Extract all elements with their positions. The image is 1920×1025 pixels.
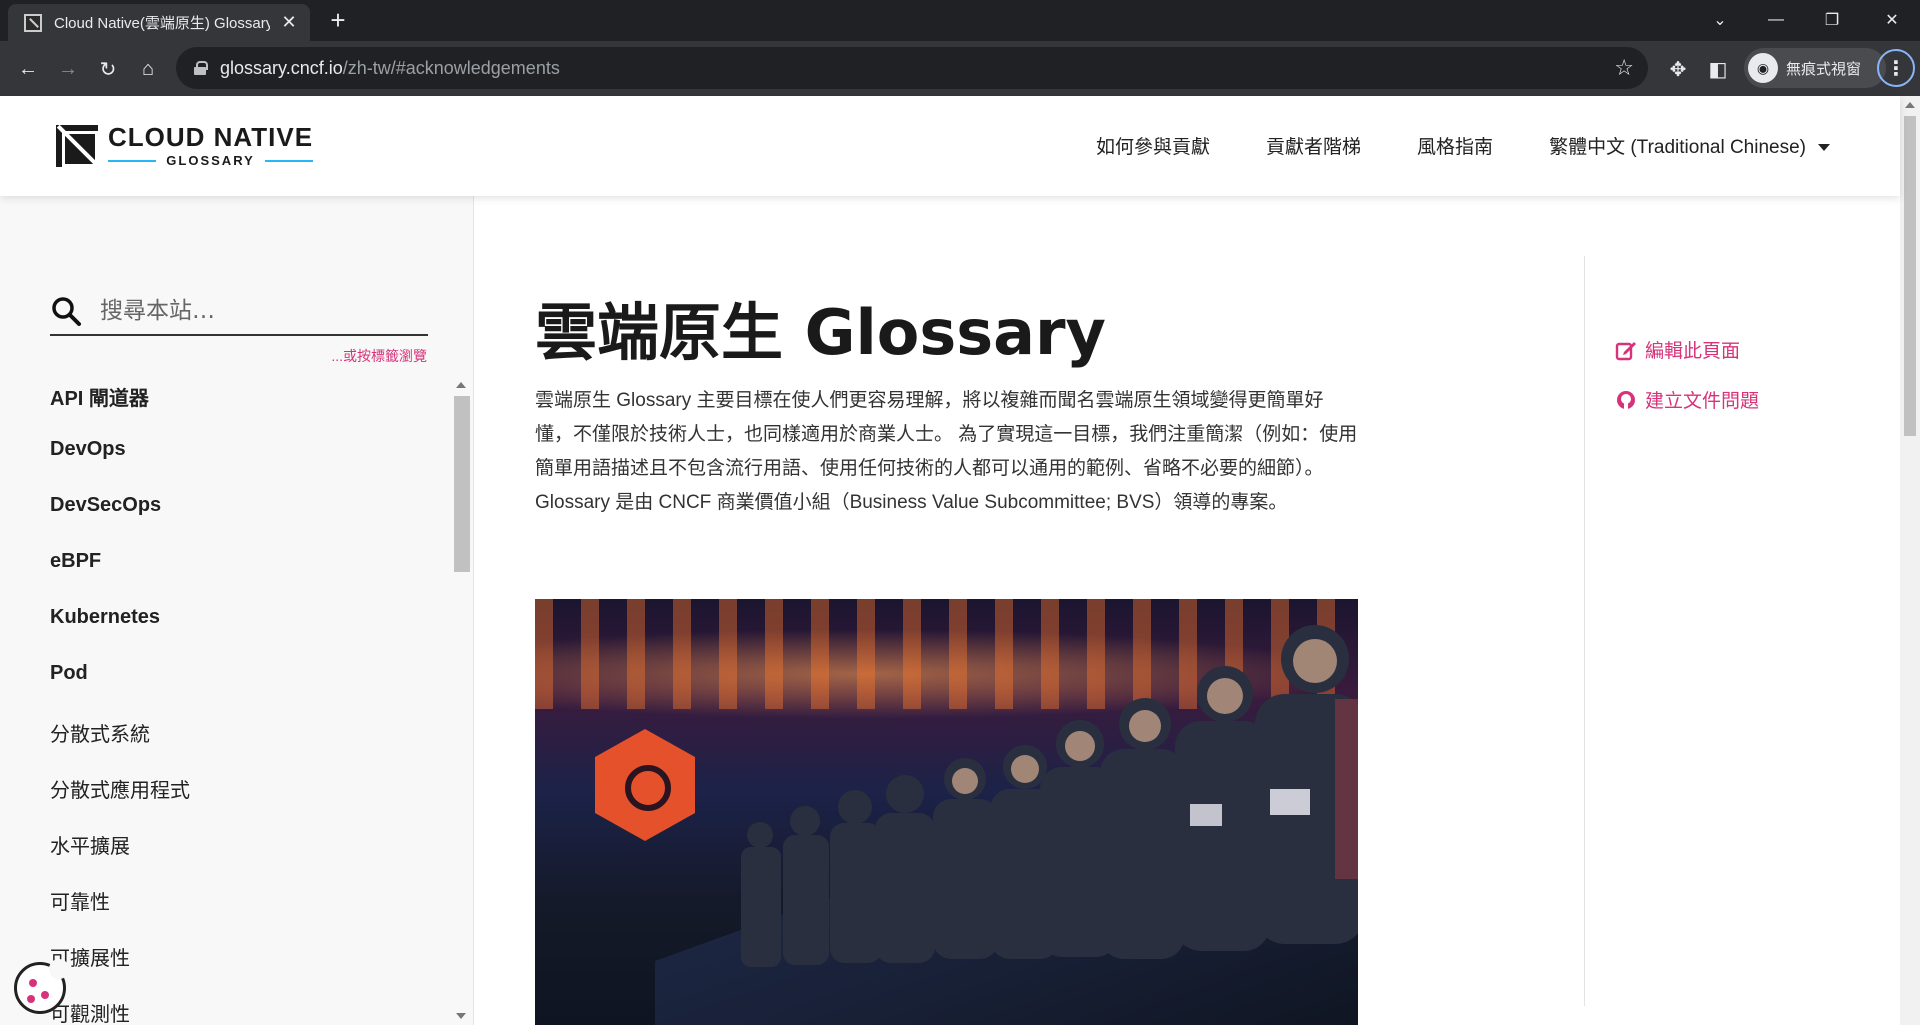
edit-icon: [1615, 341, 1636, 360]
scroll-up-icon[interactable]: [456, 382, 466, 388]
incognito-label: 無痕式視窗: [1786, 60, 1862, 78]
cookie-settings-icon[interactable]: [14, 959, 69, 1014]
sidebar-scroll-thumb[interactable]: [454, 396, 470, 572]
star-icon[interactable]: ☆: [1614, 55, 1634, 81]
page-scroll-thumb[interactable]: [1904, 116, 1916, 436]
minimize-icon[interactable]: —: [1748, 0, 1804, 40]
sidebar-item-observability[interactable]: 可觀測性: [50, 998, 190, 1025]
site-logo[interactable]: CLOUD NATIVE GLOSSARY: [56, 122, 314, 168]
address-bar[interactable]: glossary.cncf.io/zh-tw/#acknowledgements…: [176, 47, 1648, 89]
sidebar-item-scalability[interactable]: 可擴展性: [50, 942, 190, 998]
logo-line1: CLOUD NATIVE: [108, 122, 314, 152]
cookie-dot: [41, 991, 49, 999]
page-scrollbar[interactable]: [1900, 96, 1920, 1025]
create-issue-link[interactable]: 建立文件問題: [1615, 386, 1759, 413]
incognito-indicator[interactable]: ◉ 無痕式視窗: [1744, 48, 1886, 88]
edit-page-label: 編輯此頁面: [1645, 341, 1741, 362]
audience-silhouettes: [741, 625, 1358, 967]
cncf-logo-icon: [56, 124, 98, 167]
sidebar-item-devsecops[interactable]: DevSecOps: [50, 494, 190, 550]
search-box[interactable]: [50, 288, 428, 336]
url-text[interactable]: glossary.cncf.io/zh-tw/#acknowledgements: [220, 58, 560, 79]
forward-arrow-icon[interactable]: →: [52, 53, 84, 85]
tab-close-icon[interactable]: ✕: [280, 12, 298, 33]
logo-line2: GLOSSARY: [108, 153, 314, 168]
nav-contributor-ladder[interactable]: 貢獻者階梯: [1266, 132, 1361, 159]
tab-search-icon[interactable]: ⌄: [1692, 0, 1748, 40]
sidebar: ...或按標籤瀏覽 API 閘道器 DevOps DevSecOps eBPF …: [0, 196, 474, 1025]
restore-icon[interactable]: ❐: [1804, 0, 1860, 40]
url-path: /zh-tw/#acknowledgements: [342, 57, 560, 78]
cookie-dot: [29, 979, 37, 987]
scroll-up-icon[interactable]: [1905, 102, 1915, 108]
sidebar-item-devops[interactable]: DevOps: [50, 438, 190, 494]
lock-icon[interactable]: [194, 61, 208, 75]
nav-style-guide[interactable]: 風格指南: [1417, 132, 1493, 159]
window-close-icon[interactable]: ✕: [1864, 0, 1920, 40]
sidebar-item-reliability[interactable]: 可靠性: [50, 886, 190, 942]
browser-tab-strip: Cloud Native(雲端原生) Glossary ✕ + ⌄ — ❐ ✕: [0, 0, 1920, 41]
site-header: CLOUD NATIVE GLOSSARY 如何參與貢獻 貢獻者階梯 風格指南 …: [0, 96, 1900, 196]
browser-tab[interactable]: Cloud Native(雲端原生) Glossary ✕: [8, 4, 310, 41]
create-issue-label: 建立文件問題: [1645, 391, 1760, 412]
side-panel-icon[interactable]: ◧: [1704, 52, 1732, 86]
sidebar-item-distributed-apps[interactable]: 分散式應用程式: [50, 774, 190, 830]
sidebar-scrollbar[interactable]: [452, 376, 470, 1025]
nav-contribute[interactable]: 如何參與貢獻: [1096, 132, 1210, 159]
page-actions: 編輯此頁面 建立文件問題: [1584, 256, 1904, 1006]
site-favicon-icon: [24, 13, 42, 32]
new-tab-button[interactable]: +: [324, 6, 352, 34]
github-icon: [1617, 390, 1635, 409]
back-arrow-icon[interactable]: ←: [12, 53, 44, 85]
incognito-icon: ◉: [1748, 53, 1778, 83]
url-host: glossary.cncf.io: [220, 57, 343, 78]
glossary-term-list: API 閘道器 DevOps DevSecOps eBPF Kubernetes…: [50, 382, 190, 1025]
chevron-down-icon: [1818, 144, 1830, 152]
scroll-down-icon[interactable]: [456, 1013, 466, 1019]
sidebar-item-kubernetes[interactable]: Kubernetes: [50, 606, 190, 662]
sidebar-item-pod[interactable]: Pod: [50, 662, 190, 718]
sidebar-item-distributed-systems[interactable]: 分散式系統: [50, 718, 190, 774]
sidebar-item-api-gateway[interactable]: API 閘道器: [50, 382, 190, 438]
home-icon[interactable]: ⌂: [132, 53, 164, 85]
search-icon: [52, 297, 81, 326]
language-label: 繁體中文 (Traditional Chinese): [1549, 137, 1806, 158]
intro-paragraph: 雲端原生 Glossary 主要目標在使人們更容易理解，將以複雜而聞名雲端原生領…: [535, 390, 1358, 513]
extensions-icon[interactable]: ✥: [1664, 52, 1692, 86]
browse-by-tag-link[interactable]: ...或按標籤瀏覽: [331, 346, 427, 366]
tab-title: Cloud Native(雲端原生) Glossary: [54, 15, 270, 32]
search-input[interactable]: [100, 298, 400, 324]
menu-icon[interactable]: ⋮: [1877, 49, 1915, 87]
hero-image: [535, 599, 1358, 1025]
main-nav: 如何參與貢獻 貢獻者階梯 風格指南 繁體中文 (Traditional Chin…: [1096, 132, 1830, 159]
page-title: 雲端原生 Glossary: [535, 296, 1106, 369]
web-page: CLOUD NATIVE GLOSSARY 如何參與貢獻 貢獻者階梯 風格指南 …: [0, 96, 1920, 1025]
cookie-dot: [27, 995, 35, 1003]
browser-toolbar: ← → ↻ ⌂ glossary.cncf.io/zh-tw/#acknowle…: [0, 41, 1920, 96]
language-dropdown[interactable]: 繁體中文 (Traditional Chinese): [1549, 132, 1830, 159]
sidebar-item-horizontal-scaling[interactable]: 水平擴展: [50, 830, 190, 886]
reload-icon[interactable]: ↻: [92, 53, 124, 85]
edit-page-link[interactable]: 編輯此頁面: [1615, 336, 1740, 363]
sidebar-item-ebpf[interactable]: eBPF: [50, 550, 190, 606]
